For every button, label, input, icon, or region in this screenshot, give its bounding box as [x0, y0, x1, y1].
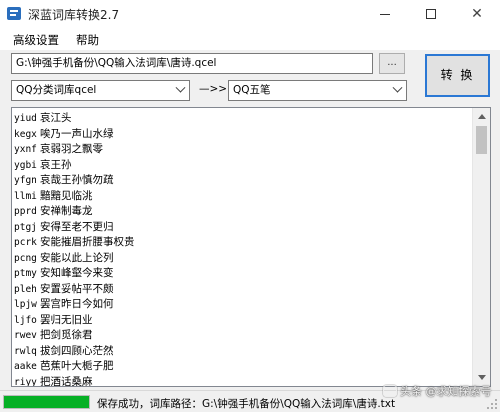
list-item: ptmy 安知峰壑今来变 — [14, 266, 464, 282]
entry-word: 哀哉王孙慎勿疏 — [40, 174, 114, 186]
entry-word: 黯黯见临洮 — [40, 189, 93, 202]
close-icon: ✕ — [471, 6, 483, 22]
list-item: pleh 安置妥帖平不颇 — [14, 282, 464, 298]
list-item: pcrk 安能摧眉折腰事权贵 — [14, 235, 464, 251]
entry-code: rwlq — [14, 345, 37, 357]
entry-word: 哀江头 — [40, 112, 72, 124]
list-item: kegx 唉乃一声山水绿 — [14, 127, 464, 143]
close-button[interactable]: ✕ — [454, 0, 500, 28]
entry-word: 安能以此上论列 — [40, 251, 114, 264]
entry-code: llmi — [14, 190, 37, 202]
entry-word: 安能摧眉折腰事权贵 — [40, 236, 135, 248]
chevron-down-icon — [175, 82, 186, 93]
entry-code: ygbi — [14, 159, 37, 171]
entry-code: pprd — [14, 206, 37, 217]
list-item: ljfo 罢归无旧业 — [14, 313, 464, 329]
watermark-text: 头条 @求知探索号 — [400, 385, 492, 398]
entry-code: kegx — [14, 128, 37, 140]
entry-word: 安置妥帖平不颇 — [40, 282, 114, 295]
list-item: pprd 安禅制毒龙 — [14, 204, 464, 220]
conversion-arrow: —>> — [199, 83, 228, 95]
chevron-down-icon — [392, 82, 403, 93]
entry-code: pleh — [14, 283, 37, 295]
entry-code: ljfo — [14, 314, 37, 326]
maximize-icon — [426, 9, 436, 19]
entry-word: 芭蕉叶大栀子肥 — [40, 360, 114, 372]
watermark-logo-icon — [383, 385, 397, 397]
convert-button[interactable]: 转 换 — [425, 54, 490, 97]
entry-code: ptgj — [14, 221, 37, 233]
list-item: lpjw 罢宫昨日今如何 — [14, 297, 464, 313]
menu-help[interactable]: 帮助 — [76, 32, 99, 48]
list-item: pcng 安能以此上论列 — [14, 251, 464, 267]
status-text: 保存成功，词库路径：G:\钟强手机备份\QQ输入法词库\唐诗.txt — [97, 398, 396, 410]
minimize-icon — [380, 14, 390, 15]
output-text-area[interactable]: yiud 哀江头 kegx 唉乃一声山水绿 yxnf 哀弱羽之飘零 ygbi 哀王孙 yfgn 哀… — [11, 107, 491, 387]
list-item: yiud 哀江头 — [14, 111, 464, 127]
entry-word: 罢宫昨日今如何 — [40, 298, 114, 310]
menu-bar: 高级设置 帮助 — [0, 28, 500, 50]
entry-word: 安知峰壑今来变 — [40, 267, 114, 279]
title-bar: 深蓝词库转换2.7 ✕ — [0, 0, 500, 28]
list-item: llmi 黯黯见临洮 — [14, 189, 464, 205]
app-icon — [7, 7, 21, 20]
list-item: aake 芭蕉叶大栀子肥 — [14, 359, 464, 375]
minimize-button[interactable] — [362, 0, 408, 28]
source-format-value: QQ分类词库qcel — [16, 84, 97, 96]
vertical-scrollbar[interactable] — [472, 108, 490, 386]
entry-code: rwev — [14, 330, 37, 341]
entry-code: aake — [14, 361, 37, 372]
entry-word: 哀王孙 — [40, 158, 72, 171]
scroll-thumb[interactable] — [476, 126, 487, 154]
entry-word: 拔剑四顾心茫然 — [40, 344, 114, 357]
browse-button[interactable]: ... — [379, 53, 405, 74]
entry-code: yxnf — [14, 144, 37, 155]
list-item: yfgn 哀哉王孙慎勿疏 — [14, 173, 464, 189]
entry-code: pcrk — [14, 237, 37, 248]
entry-word: 安得至老不更归 — [40, 220, 114, 233]
list-item: ptgj 安得至老不更归 — [14, 220, 464, 236]
list-item: yxnf 哀弱羽之飘零 — [14, 142, 464, 158]
list-item: rwlq 拔剑四顾心茫然 — [14, 344, 464, 360]
entry-code: riyy — [14, 376, 37, 387]
entry-code: yiud — [14, 113, 37, 124]
entry-code: lpjw — [14, 299, 37, 310]
entry-word: 把剑觅徐君 — [40, 329, 93, 341]
watermark: 头条 @求知探索号 — [383, 383, 492, 399]
list-item: ygbi 哀王孙 — [14, 158, 464, 174]
target-format-select[interactable]: QQ五笔 — [228, 80, 407, 101]
entry-word: 罢归无旧业 — [40, 313, 93, 326]
progress-fill — [4, 396, 89, 408]
entry-word: 哀弱羽之飘零 — [40, 143, 103, 155]
file-path-input[interactable]: G:\钟强手机备份\QQ输入法词库\唐诗.qcel — [11, 53, 373, 74]
entry-word: 安禅制毒龙 — [40, 205, 93, 217]
window-title: 深蓝词库转换2.7 — [28, 8, 120, 22]
target-format-value: QQ五笔 — [233, 84, 271, 96]
source-format-select[interactable]: QQ分类词库qcel — [11, 80, 190, 101]
progress-bar — [3, 395, 90, 409]
maximize-button[interactable] — [408, 0, 454, 28]
entry-code: pcng — [14, 252, 37, 264]
entry-word: 唉乃一声山水绿 — [40, 127, 114, 140]
entry-code: yfgn — [14, 175, 37, 186]
scroll-up-icon[interactable] — [478, 114, 486, 119]
scroll-down-icon[interactable] — [478, 375, 486, 380]
list-item: rwev 把剑觅徐君 — [14, 328, 464, 344]
output-rows: yiud 哀江头 kegx 唉乃一声山水绿 yxnf 哀弱羽之飘零 ygbi 哀王孙 yfgn 哀… — [14, 111, 464, 387]
menu-advanced-settings[interactable]: 高级设置 — [13, 32, 59, 48]
resize-grip-icon[interactable] — [486, 398, 498, 410]
entry-code: ptmy — [14, 268, 37, 279]
entry-word: 把酒话桑麻 — [40, 375, 93, 387]
